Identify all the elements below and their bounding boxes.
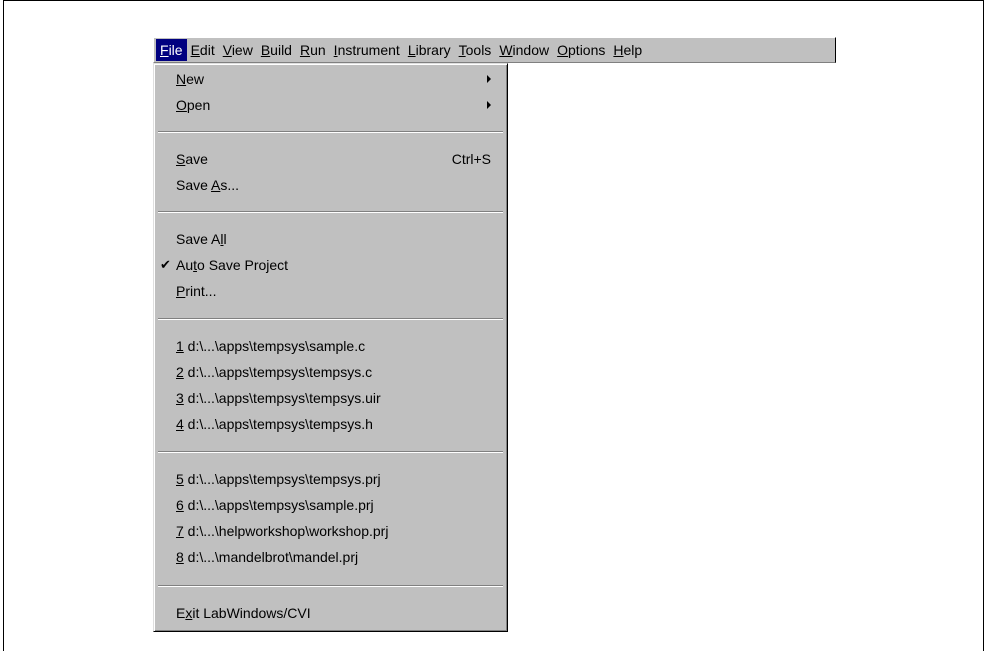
- menu-separator: [158, 451, 503, 453]
- menu-window[interactable]: Window: [495, 39, 553, 61]
- menu-library[interactable]: Library: [404, 39, 455, 61]
- menu-help[interactable]: Help: [609, 39, 646, 61]
- menu-item-label: Save As...: [176, 177, 240, 193]
- submenu-arrow-icon: [487, 101, 491, 109]
- menu-file[interactable]: File: [156, 39, 187, 61]
- menu-item-exit[interactable]: Exit LabWindows/CVI: [156, 600, 505, 626]
- submenu-arrow-icon: [487, 75, 491, 83]
- menu-item-recent-4[interactable]: 4 d:\...\apps\tempsys\tempsys.h: [156, 411, 505, 437]
- menu-item-recent-2[interactable]: 2 d:\...\apps\tempsys\tempsys.c: [156, 359, 505, 385]
- menu-item-new[interactable]: New: [156, 66, 505, 92]
- menu-item-shortcut: Ctrl+S: [451, 151, 491, 167]
- menu-edit[interactable]: Edit: [187, 39, 219, 61]
- menu-separator: [158, 131, 503, 133]
- menu-item-label: 3 d:\...\apps\tempsys\tempsys.uir: [176, 390, 381, 406]
- menu-item-auto-save-project[interactable]: ✔ Auto Save Project: [156, 252, 505, 278]
- menu-item-label: Open: [176, 97, 211, 113]
- menu-item-recent-8[interactable]: 8 d:\...\mandelbrot\mandel.prj: [156, 544, 505, 570]
- menu-item-label: New: [176, 71, 205, 87]
- menu-item-open[interactable]: Open: [156, 92, 505, 118]
- checkmark-icon: ✔: [160, 257, 171, 272]
- menu-view[interactable]: View: [219, 39, 257, 61]
- menu-item-label: Save All: [176, 231, 227, 247]
- menu-item-label: Print...: [176, 283, 217, 299]
- menu-item-label: Save: [176, 151, 208, 167]
- menu-item-label: 6 d:\...\apps\tempsys\sample.prj: [176, 497, 374, 513]
- menu-instrument[interactable]: Instrument: [330, 39, 404, 61]
- menu-item-save-as[interactable]: Save As...: [156, 172, 505, 198]
- menu-item-label: 4 d:\...\apps\tempsys\tempsys.h: [176, 416, 373, 432]
- menu-item-label: 5 d:\...\apps\tempsys\tempsys.prj: [176, 471, 381, 487]
- menu-bar: File Edit View Build Run Instrument Libr…: [153, 37, 836, 63]
- menu-separator: [158, 211, 503, 213]
- menu-separator: [158, 585, 503, 587]
- menu-separator: [158, 318, 503, 320]
- menu-options[interactable]: Options: [553, 39, 609, 61]
- menu-item-label: Auto Save Project: [176, 257, 289, 273]
- menu-item-label: 8 d:\...\mandelbrot\mandel.prj: [176, 549, 359, 565]
- menu-item-recent-5[interactable]: 5 d:\...\apps\tempsys\tempsys.prj: [156, 466, 505, 492]
- menu-item-label: 2 d:\...\apps\tempsys\tempsys.c: [176, 364, 373, 380]
- menu-item-label: 1 d:\...\apps\tempsys\sample.c: [176, 338, 366, 354]
- menu-item-print[interactable]: Print...: [156, 278, 505, 304]
- menu-build[interactable]: Build: [257, 39, 296, 61]
- menu-item-save-all[interactable]: Save All: [156, 226, 505, 252]
- menu-item-label: 7 d:\...\helpworkshop\workshop.prj: [176, 523, 389, 539]
- menu-item-label: Exit LabWindows/CVI: [176, 605, 311, 621]
- menu-run[interactable]: Run: [296, 39, 330, 61]
- menu-item-recent-3[interactable]: 3 d:\...\apps\tempsys\tempsys.uir: [156, 385, 505, 411]
- menu-item-save[interactable]: Save Ctrl+S: [156, 146, 505, 172]
- menu-item-recent-7[interactable]: 7 d:\...\helpworkshop\workshop.prj: [156, 518, 505, 544]
- menu-tools[interactable]: Tools: [455, 39, 496, 61]
- file-menu-dropdown: New Open Save Ctrl+S Save As... Save All…: [153, 63, 508, 632]
- menu-item-recent-6[interactable]: 6 d:\...\apps\tempsys\sample.prj: [156, 492, 505, 518]
- menu-item-recent-1[interactable]: 1 d:\...\apps\tempsys\sample.c: [156, 333, 505, 359]
